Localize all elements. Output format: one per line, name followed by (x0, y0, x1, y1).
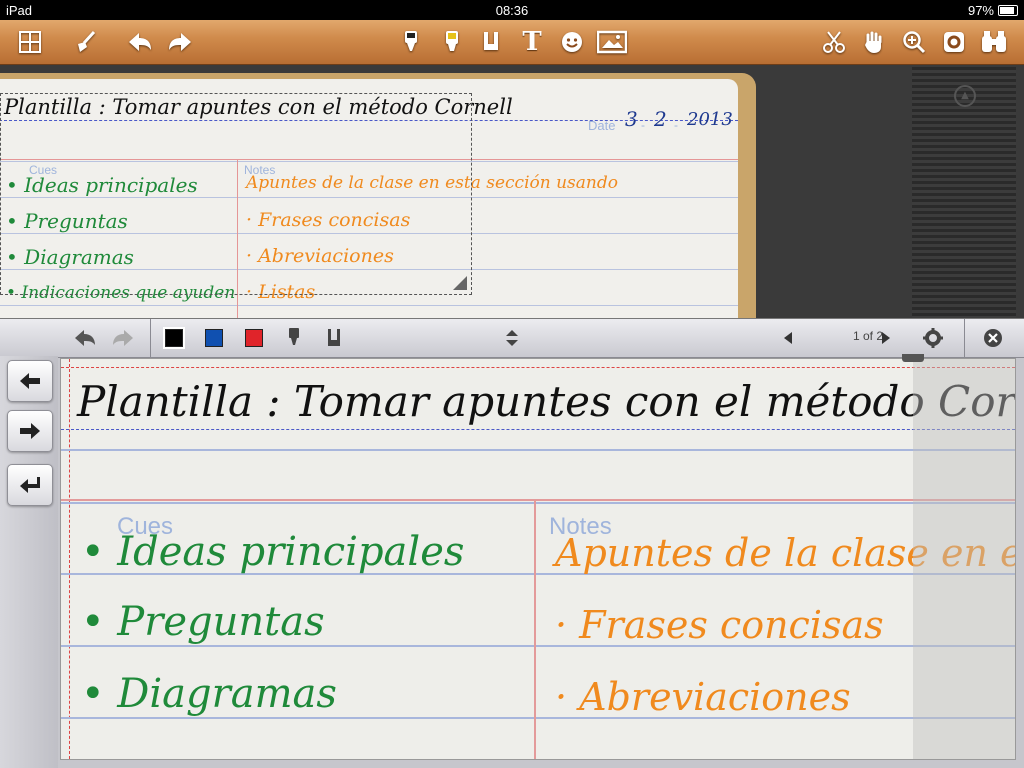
status-bar: iPad 08:36 97% (0, 0, 1024, 20)
battery-icon (998, 5, 1018, 16)
battery-percent: 97% (967, 3, 994, 18)
zoom-title: Plantilla : Tomar apuntes con el método … (77, 377, 1016, 426)
emoji-icon[interactable] (556, 26, 588, 58)
pen-icon[interactable] (284, 323, 304, 353)
close-icon[interactable] (980, 323, 1006, 353)
scroll-up-icon[interactable]: ▲ (954, 85, 976, 107)
undo-icon[interactable] (72, 323, 98, 353)
eraser-icon[interactable] (475, 26, 507, 58)
date-day: 3 (625, 107, 638, 131)
redo-icon[interactable] (164, 26, 196, 58)
zoom-margin-marker[interactable] (902, 354, 924, 362)
zoom-panel: 1 of 2 Plantilla : Tomar apuntes con el … (0, 318, 1024, 768)
zoom-cue-item: • Diagramas (81, 671, 337, 717)
date-year: 2013 (687, 109, 733, 130)
zoom-corner (0, 318, 58, 358)
binoculars-icon[interactable] (978, 26, 1010, 58)
page-indicator: 1 of 2 (852, 329, 884, 343)
color-blue-button[interactable] (204, 323, 224, 353)
zoom-cue-item: • Preguntas (81, 599, 325, 645)
new-line-button[interactable] (7, 464, 53, 506)
clock: 08:36 (495, 3, 529, 18)
zoom-note-item: · Frases concisas (555, 603, 884, 647)
page-scroll-strip[interactable]: ▲ (912, 67, 1016, 318)
date-month: 2 (654, 107, 667, 131)
previous-page-icon[interactable] (778, 323, 798, 353)
move-right-button[interactable] (7, 410, 53, 452)
zoom-cue-item: • Ideas principales (81, 529, 465, 575)
resize-panel-icon[interactable] (500, 323, 524, 353)
grid-icon[interactable] (14, 26, 46, 58)
highlighter-icon[interactable] (436, 26, 468, 58)
scissors-icon[interactable] (818, 26, 850, 58)
undo-icon[interactable] (124, 26, 156, 58)
return-icon (20, 477, 40, 493)
zoom-toolbar: 1 of 2 (58, 318, 1024, 358)
main-toolbar: T (0, 20, 1024, 65)
arrow-left-icon (20, 373, 40, 389)
move-left-button[interactable] (7, 360, 53, 402)
note-page[interactable]: Plantilla : Tomar apuntes con el método … (0, 79, 738, 318)
zoom-writing-area[interactable]: Plantilla : Tomar apuntes con el método … (60, 358, 1016, 760)
resize-handle[interactable] (453, 276, 467, 290)
notebook-area: Plantilla : Tomar apuntes con el método … (0, 65, 1024, 318)
zoom-note-item: · Abreviaciones (555, 675, 851, 719)
color-red-button[interactable] (244, 323, 264, 353)
eraser-icon[interactable] (324, 323, 344, 353)
notebook: Plantilla : Tomar apuntes con el método … (0, 73, 756, 318)
next-page-icon[interactable] (876, 323, 896, 353)
hand-icon[interactable] (858, 26, 890, 58)
color-black-button[interactable] (164, 323, 184, 353)
arrow-right-icon (20, 423, 40, 439)
broom-icon[interactable] (70, 26, 102, 58)
zoom-settings-icon[interactable] (920, 323, 946, 353)
date-label: Date (588, 118, 616, 133)
redo-icon[interactable] (110, 323, 136, 353)
zoom-selection-box[interactable] (0, 93, 472, 295)
zoom-advance-margin[interactable] (913, 359, 1015, 759)
zoom-side-buttons (0, 356, 58, 768)
image-icon[interactable] (596, 26, 628, 58)
zoom-in-icon[interactable] (898, 26, 930, 58)
text-icon[interactable]: T (516, 26, 548, 58)
pen-icon[interactable] (395, 26, 427, 58)
settings-icon[interactable] (938, 26, 970, 58)
